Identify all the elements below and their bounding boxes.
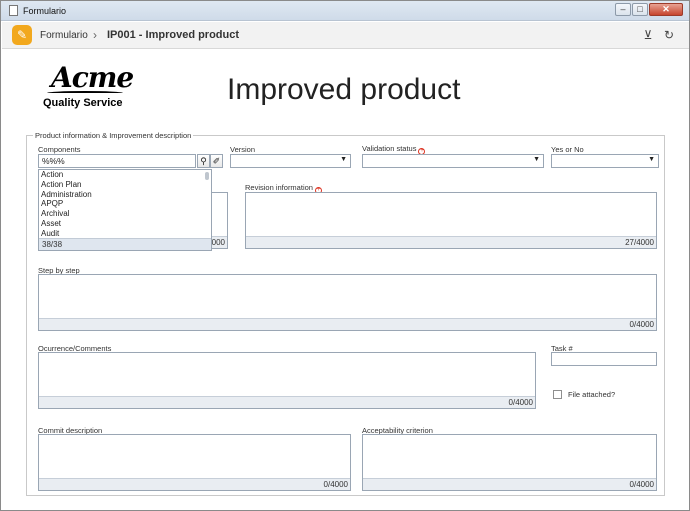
form-icon: ✎ (12, 25, 32, 45)
revision-information-counter: 27/4000 (246, 236, 656, 248)
file-attached-label: File attached? (568, 390, 616, 399)
yes-or-no-label: Yes or No (551, 145, 584, 154)
logo-subtitle: Quality Service (43, 97, 123, 109)
yes-or-no-select[interactable]: ▼ (551, 154, 659, 168)
version-select[interactable]: ▼ (230, 154, 351, 168)
commit-description-counter: 0/4000 (39, 478, 350, 490)
dropdown-scrollbar[interactable] (205, 172, 209, 180)
logo-swoosh (47, 91, 123, 95)
acceptability-criterion-textarea[interactable]: 0/4000 (362, 434, 657, 491)
breadcrumb-root[interactable]: Formulario (40, 30, 88, 41)
form-header: ✎ Formulario › IP001 - Improved product … (2, 22, 689, 49)
logo-brand: Acme (51, 61, 134, 94)
step-by-step-counter: 0/4000 (39, 318, 656, 330)
acceptability-criterion-counter: 0/4000 (363, 478, 656, 490)
occurrence-comments-counter: 0/4000 (39, 396, 535, 408)
components-dropdown: Action Action Plan Administration APQP A… (38, 169, 212, 251)
dropdown-item[interactable]: APQP (39, 199, 211, 209)
form-window: Formulario – □ ✕ ✎ Formulario › IP001 - … (0, 0, 690, 511)
components-input[interactable]: %%% (38, 154, 196, 168)
components-label: Components (38, 145, 81, 154)
file-attached-checkbox[interactable] (553, 390, 562, 399)
title-bar: Formulario – □ ✕ (1, 1, 689, 21)
breadcrumb-current: IP001 - Improved product (107, 29, 240, 41)
dropdown-item[interactable]: Action Plan (39, 180, 211, 190)
minimize-button[interactable]: – (615, 3, 631, 16)
chevron-down-icon: ▼ (533, 156, 540, 163)
window-title: Formulario (23, 6, 67, 16)
step-by-step-textarea[interactable]: 0/4000 (38, 274, 657, 331)
version-label: Version (230, 145, 256, 154)
breadcrumb-separator: › (93, 28, 97, 42)
dropdown-item[interactable]: Asset (39, 219, 211, 229)
revision-information-textarea[interactable]: 27/4000 (245, 192, 657, 249)
validation-status-select[interactable]: ▼ (362, 154, 544, 168)
refresh-icon[interactable]: ↻ (662, 28, 676, 42)
maximize-button[interactable]: □ (632, 3, 648, 16)
task-input[interactable] (551, 352, 657, 366)
chevron-down-icon: ▼ (648, 156, 655, 163)
occurrence-comments-textarea[interactable]: 0/4000 (38, 352, 536, 409)
dropdown-count: 38/38 (39, 238, 211, 250)
dropdown-item[interactable]: Archival (39, 209, 211, 219)
save-exit-icon[interactable]: ⊻ (641, 28, 655, 42)
document-icon (9, 5, 18, 16)
dropdown-item[interactable]: Action (39, 170, 211, 180)
page-title: Improved product (227, 73, 461, 106)
clear-icon[interactable]: ✐ (210, 154, 223, 168)
close-button[interactable]: ✕ (649, 3, 683, 16)
commit-description-textarea[interactable]: 0/4000 (38, 434, 351, 491)
company-logo: Acme Quality Service (43, 61, 134, 113)
dropdown-item[interactable]: Administration (39, 190, 211, 200)
search-icon[interactable]: ⚲ (197, 154, 210, 168)
section-legend: Product information & Improvement descri… (33, 131, 194, 140)
chevron-down-icon: ▼ (340, 156, 347, 163)
